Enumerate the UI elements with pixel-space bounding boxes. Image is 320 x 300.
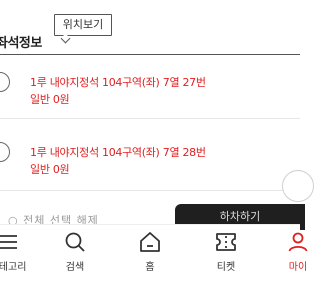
nav-label-search: 검색 [65,262,85,273]
nav-label-category: 카테고리 [0,262,27,273]
section-title: 좌석정보 [0,36,42,51]
nav-item-my[interactable]: 마이 [268,225,320,300]
nav-item-ticket[interactable]: 티켓 [196,225,256,300]
person-icon [288,232,308,252]
seat-divider-1 [0,118,300,119]
seat-price-2: 일반 0원 [30,163,70,176]
seat-radio-2[interactable] [0,142,10,162]
nav-item-search[interactable]: 검색 [45,225,105,300]
nav-item-category[interactable]: 카테고리 [0,225,38,300]
nav-label-ticket: 티켓 [216,262,236,273]
location-tooltip[interactable]: 위치보기 [54,14,112,36]
nav-label-home: 홈 [145,262,155,273]
seat-location-2: 1루 내야지정석 104구역(좌) 7열 28번 [30,146,206,159]
home-icon [140,232,160,252]
seat-info-2: 1루 내야지정석 104구역(좌) 7열 28번 일반 0원 [30,144,206,178]
menu-icon [0,235,17,249]
floating-circle-button[interactable] [282,170,314,202]
search-icon [65,232,85,252]
nav-label-my: 마이 [288,262,308,273]
seat-radio-1[interactable] [0,72,10,92]
seat-location-1: 1루 내야지정석 104구역(좌) 7열 27번 [30,76,206,89]
seat-divider-2 [0,190,300,191]
seat-info-1: 1루 내야지정석 104구역(좌) 7열 27번 일반 0원 [30,74,206,108]
seat-price-1: 일반 0원 [30,93,70,106]
nav-item-home[interactable]: 홈 [120,225,180,300]
ticket-icon [216,233,236,251]
bottom-nav: 카테고리 검색 홈 티켓 마이 [0,224,308,300]
title-divider [0,54,300,55]
